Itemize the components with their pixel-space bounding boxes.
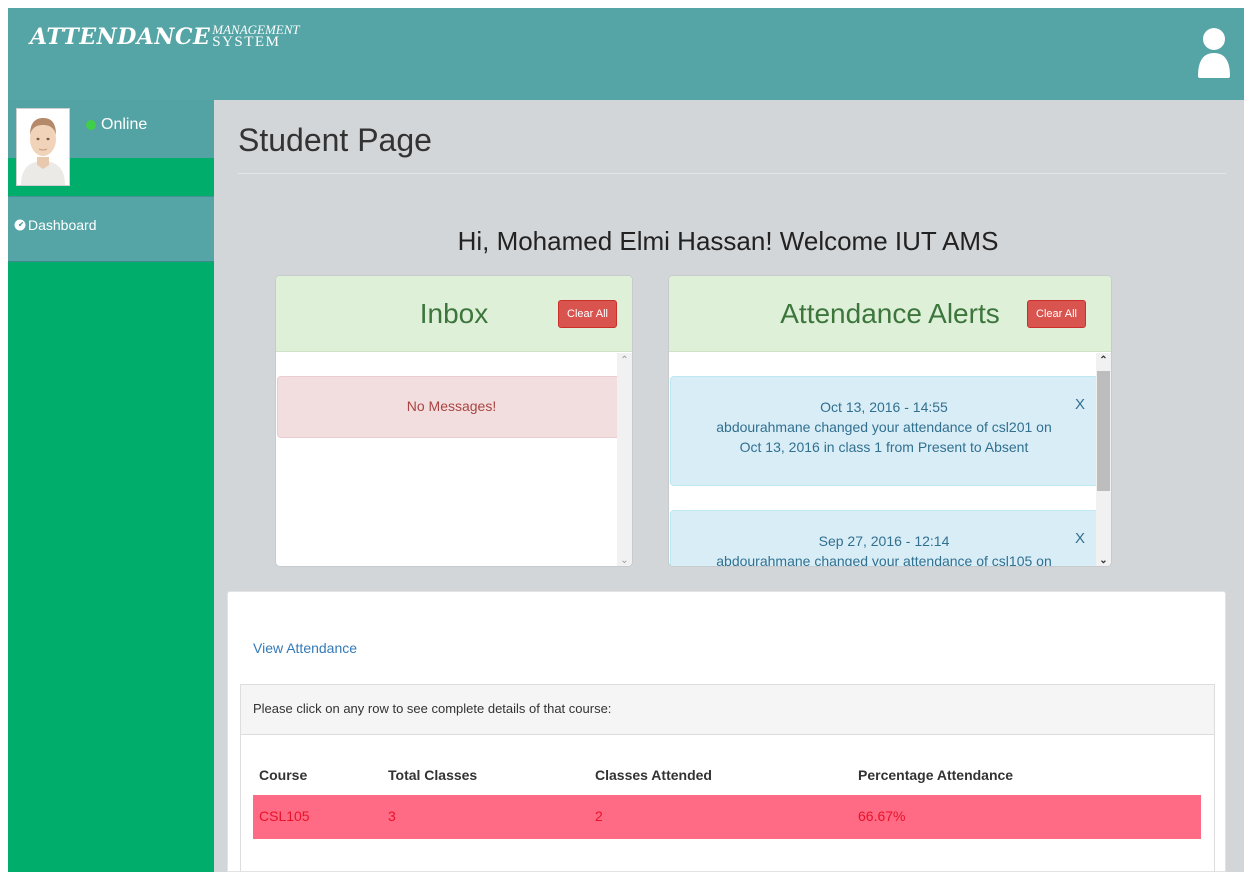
scroll-up-icon[interactable]: ⌃: [1096, 353, 1111, 368]
online-dot-icon: [86, 120, 96, 130]
avatar-person-icon: [17, 109, 69, 185]
cell-total-classes: 3: [388, 808, 396, 824]
alert-item: Oct 13, 2016 - 14:55 abdourahmane change…: [670, 376, 1098, 486]
cell-classes-attended: 2: [595, 808, 603, 824]
alert-text: abdourahmane changed your attendance of …: [716, 553, 1052, 567]
column-header-percentage: Percentage Attendance: [858, 767, 1014, 783]
alert-item: Sep 27, 2016 - 12:14 abdourahmane change…: [670, 510, 1098, 567]
scroll-up-icon[interactable]: ⌃: [617, 353, 632, 368]
no-messages-notice: No Messages!: [277, 376, 626, 438]
course-panel: Please click on any row to see complete …: [240, 684, 1215, 872]
inbox-panel: Inbox Clear All No Messages! ⌃ ⌄: [275, 275, 633, 567]
top-header: ATTENDANCE MANAGEMENT SYSTEM: [8, 8, 1244, 100]
sidebar-item-label: Dashboard: [28, 217, 97, 233]
logo-sub-text: MANAGEMENT SYSTEM: [212, 23, 299, 50]
course-instructions: Please click on any row to see complete …: [241, 685, 1214, 735]
avatar: [16, 108, 70, 186]
alerts-scrollbar[interactable]: ⌃ ⌄: [1096, 353, 1111, 566]
alert-close-button[interactable]: X: [1075, 395, 1085, 415]
user-profile-panel: Online: [8, 100, 214, 196]
inbox-panel-header: Inbox Clear All: [276, 276, 632, 352]
scroll-down-icon[interactable]: ⌄: [1096, 553, 1111, 566]
logo-main-text: ATTENDANCE: [30, 24, 211, 50]
attendance-alerts-panel: Attendance Alerts Clear All Oct 13, 2016…: [668, 275, 1112, 567]
dashboard-icon: [14, 219, 26, 231]
alerts-panel-header: Attendance Alerts Clear All: [669, 276, 1111, 352]
column-header-total-classes: Total Classes: [388, 767, 478, 783]
inbox-message-list: No Messages! ⌃ ⌄: [276, 353, 632, 566]
alert-date: Oct 13, 2016 - 14:55: [820, 399, 948, 415]
inbox-scrollbar[interactable]: ⌃ ⌄: [617, 353, 632, 566]
online-status: Online: [86, 116, 147, 134]
cell-percentage: 66.67%: [858, 808, 906, 824]
inbox-clear-all-button[interactable]: Clear All: [558, 300, 617, 328]
logo-sub-bottom: SYSTEM: [212, 34, 281, 50]
scroll-thumb[interactable]: [1097, 371, 1110, 491]
sidebar-item-dashboard[interactable]: Dashboard: [8, 196, 214, 262]
page-title: Student Page: [238, 122, 432, 158]
app-logo[interactable]: ATTENDANCE MANAGEMENT SYSTEM: [30, 23, 300, 50]
alerts-clear-all-button[interactable]: Clear All: [1027, 300, 1086, 328]
alerts-list: Oct 13, 2016 - 14:55 abdourahmane change…: [669, 353, 1111, 567]
alert-date: Sep 27, 2016 - 12:14: [818, 533, 950, 549]
cell-course: CSL105: [259, 808, 310, 824]
user-menu-button[interactable]: [1196, 26, 1232, 78]
table-row[interactable]: CSL105 3 2 66.67%: [253, 795, 1201, 839]
user-icon: [1198, 28, 1230, 78]
view-attendance-link[interactable]: View Attendance: [253, 640, 357, 656]
title-divider: [238, 173, 1226, 174]
scroll-down-icon[interactable]: ⌄: [617, 553, 632, 566]
column-header-course: Course: [259, 767, 308, 783]
attendance-section: View Attendance Please click on any row …: [227, 591, 1226, 872]
online-status-label: Online: [101, 116, 148, 133]
alert-close-button[interactable]: X: [1075, 529, 1085, 549]
alert-text: abdourahmane changed your attendance of …: [716, 419, 1052, 455]
sidebar: Online Dashboard: [8, 100, 214, 872]
column-header-classes-attended: Classes Attended: [595, 767, 712, 783]
welcome-message: Hi, Mohamed Elmi Hassan! Welcome IUT AMS: [457, 226, 999, 256]
